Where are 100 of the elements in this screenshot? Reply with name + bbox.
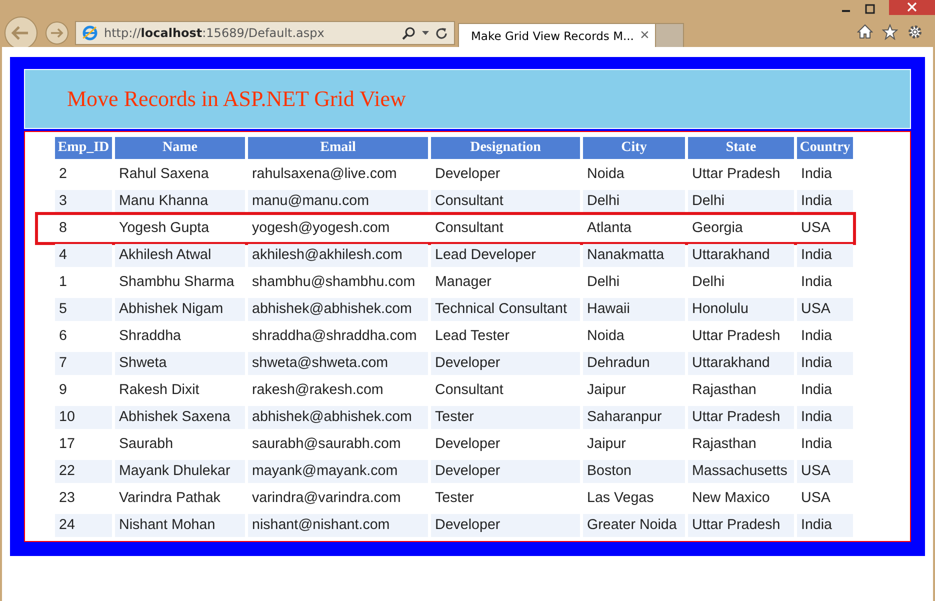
table-cell-text: Varindra Pathak: [118, 489, 222, 508]
table-cell: India: [797, 352, 853, 375]
table-cell-text: New Maxico: [691, 489, 771, 508]
table-cell-text: USA: [800, 219, 832, 238]
table-cell-text: saurabh@saurabh.com: [251, 435, 402, 454]
column-header: Email: [248, 137, 428, 159]
table-cell: abhishek@abhishek.com: [248, 406, 428, 429]
address-bar[interactable]: http://localhost:15689/Default.aspx: [75, 21, 455, 45]
tab-close[interactable]: ×: [640, 26, 650, 44]
table-cell-text: Atlanta: [586, 219, 633, 238]
table-cell: nishant@nishant.com: [248, 514, 428, 537]
table-cell-text: 23: [58, 489, 76, 508]
column-header: Name: [115, 137, 245, 159]
table-cell-text: Developer: [434, 165, 502, 184]
table-cell-text: yogesh@yogesh.com: [251, 219, 391, 238]
back-icon[interactable]: [4, 16, 38, 50]
table-cell-text: India: [800, 381, 834, 400]
table-cell: India: [797, 190, 853, 213]
column-header: State: [688, 137, 794, 159]
table-cell-text: USA: [800, 489, 832, 508]
table-cell: Developer: [431, 352, 580, 375]
table-cell: Consultant: [431, 190, 580, 213]
table-cell-text: Yogesh Gupta: [118, 219, 210, 238]
table-cell: 22: [55, 460, 112, 483]
home-icon[interactable]: [857, 24, 873, 39]
table-cell-text: Uttar Pradesh: [691, 165, 782, 184]
search-icon[interactable]: [402, 26, 416, 40]
table-cell-text: rakesh@rakesh.com: [251, 381, 384, 400]
table-cell-text: Noida: [586, 165, 626, 184]
table-cell-text: India: [800, 327, 834, 346]
table-cell-text: 17: [58, 435, 76, 454]
url-text: http://localhost:15689/Default.aspx: [104, 26, 326, 40]
table-cell-text: Lead Tester: [434, 327, 510, 346]
table-cell-text: Rajasthan: [691, 435, 758, 454]
table-cell-text: Delhi: [586, 273, 621, 292]
table-cell: 24: [55, 514, 112, 537]
table-cell-text: 9: [58, 381, 68, 400]
table-cell: Uttarakhand: [688, 352, 794, 375]
close-icon: [907, 2, 917, 12]
table-cell: Dehradun: [583, 352, 685, 375]
table-cell-text: Manager: [434, 273, 492, 292]
table-cell-text: Jaipur: [586, 435, 627, 454]
table-cell-text: rahulsaxena@live.com: [251, 165, 398, 184]
browser-logo-icon: [82, 25, 98, 41]
star-icon[interactable]: [882, 24, 898, 40]
table-cell: Nanakmatta: [583, 244, 685, 267]
table-cell-text: 6: [58, 327, 68, 346]
table-cell: Boston: [583, 460, 685, 483]
table-cell: akhilesh@akhilesh.com: [248, 244, 428, 267]
table-cell: shweta@shweta.com: [248, 352, 428, 375]
column-header: Emp_ID: [55, 137, 112, 159]
table-cell: 10: [55, 406, 112, 429]
table-cell: India: [797, 406, 853, 429]
table-cell-text: Las Vegas: [586, 489, 655, 508]
refresh-icon[interactable]: [435, 26, 448, 40]
table-cell: Uttar Pradesh: [688, 514, 794, 537]
table-cell: Uttarakhand: [688, 244, 794, 267]
page-heading: Move Records in ASP.NET Grid View: [67, 86, 406, 112]
maximize-icon[interactable]: [865, 4, 875, 14]
table-cell: mayank@mayank.com: [248, 460, 428, 483]
table-cell: India: [797, 514, 853, 537]
table-cell: Honolulu: [688, 298, 794, 321]
table-cell: Manu Khanna: [115, 190, 245, 213]
table-cell: Abhishek Nigam: [115, 298, 245, 321]
table-cell-text: Uttar Pradesh: [691, 327, 782, 346]
table-cell: Developer: [431, 460, 580, 483]
table-cell: Developer: [431, 514, 580, 537]
table-cell-text: Rajasthan: [691, 381, 758, 400]
table-cell: Delhi: [688, 190, 794, 213]
table-cell: Massachusetts: [688, 460, 794, 483]
table-cell-text: Rahul Saxena: [118, 165, 210, 184]
table-cell: Akhilesh Atwal: [115, 244, 245, 267]
column-header: City: [583, 137, 685, 159]
table-cell: manu@manu.com: [248, 190, 428, 213]
table-cell: Uttar Pradesh: [688, 406, 794, 429]
table-cell: USA: [797, 298, 853, 321]
table-cell-text: India: [800, 165, 834, 184]
table-cell-text: Rakesh Dixit: [118, 381, 200, 400]
table-cell-text: Developer: [434, 435, 502, 454]
column-header: Country: [797, 137, 853, 159]
table-cell-text: India: [800, 435, 834, 454]
table-cell-text: Consultant: [434, 219, 504, 238]
tab-title: Make Grid View Records M...: [471, 28, 634, 42]
table-cell: Saharanpur: [583, 406, 685, 429]
table-cell-text: varindra@varindra.com: [251, 489, 402, 508]
table-cell-text: Tester: [434, 489, 475, 508]
browser-tab[interactable]: Make Grid View Records M... ×: [458, 23, 656, 47]
table-cell: India: [797, 244, 853, 267]
table-cell: Lead Developer: [431, 244, 580, 267]
table-cell-text: India: [800, 273, 834, 292]
table-cell-text: Delhi: [691, 273, 726, 292]
settings-icon[interactable]: [907, 24, 923, 40]
caret-icon[interactable]: [422, 31, 429, 35]
table-cell: Delhi: [583, 190, 685, 213]
close-button[interactable]: [889, 0, 935, 15]
table-cell: Abhishek Saxena: [115, 406, 245, 429]
table-cell-text: shraddha@shraddha.com: [251, 327, 418, 346]
table-cell: Technical Consultant: [431, 298, 580, 321]
table-cell-text: Shambhu Sharma: [118, 273, 236, 292]
table-cell-text: Noida: [586, 327, 626, 346]
